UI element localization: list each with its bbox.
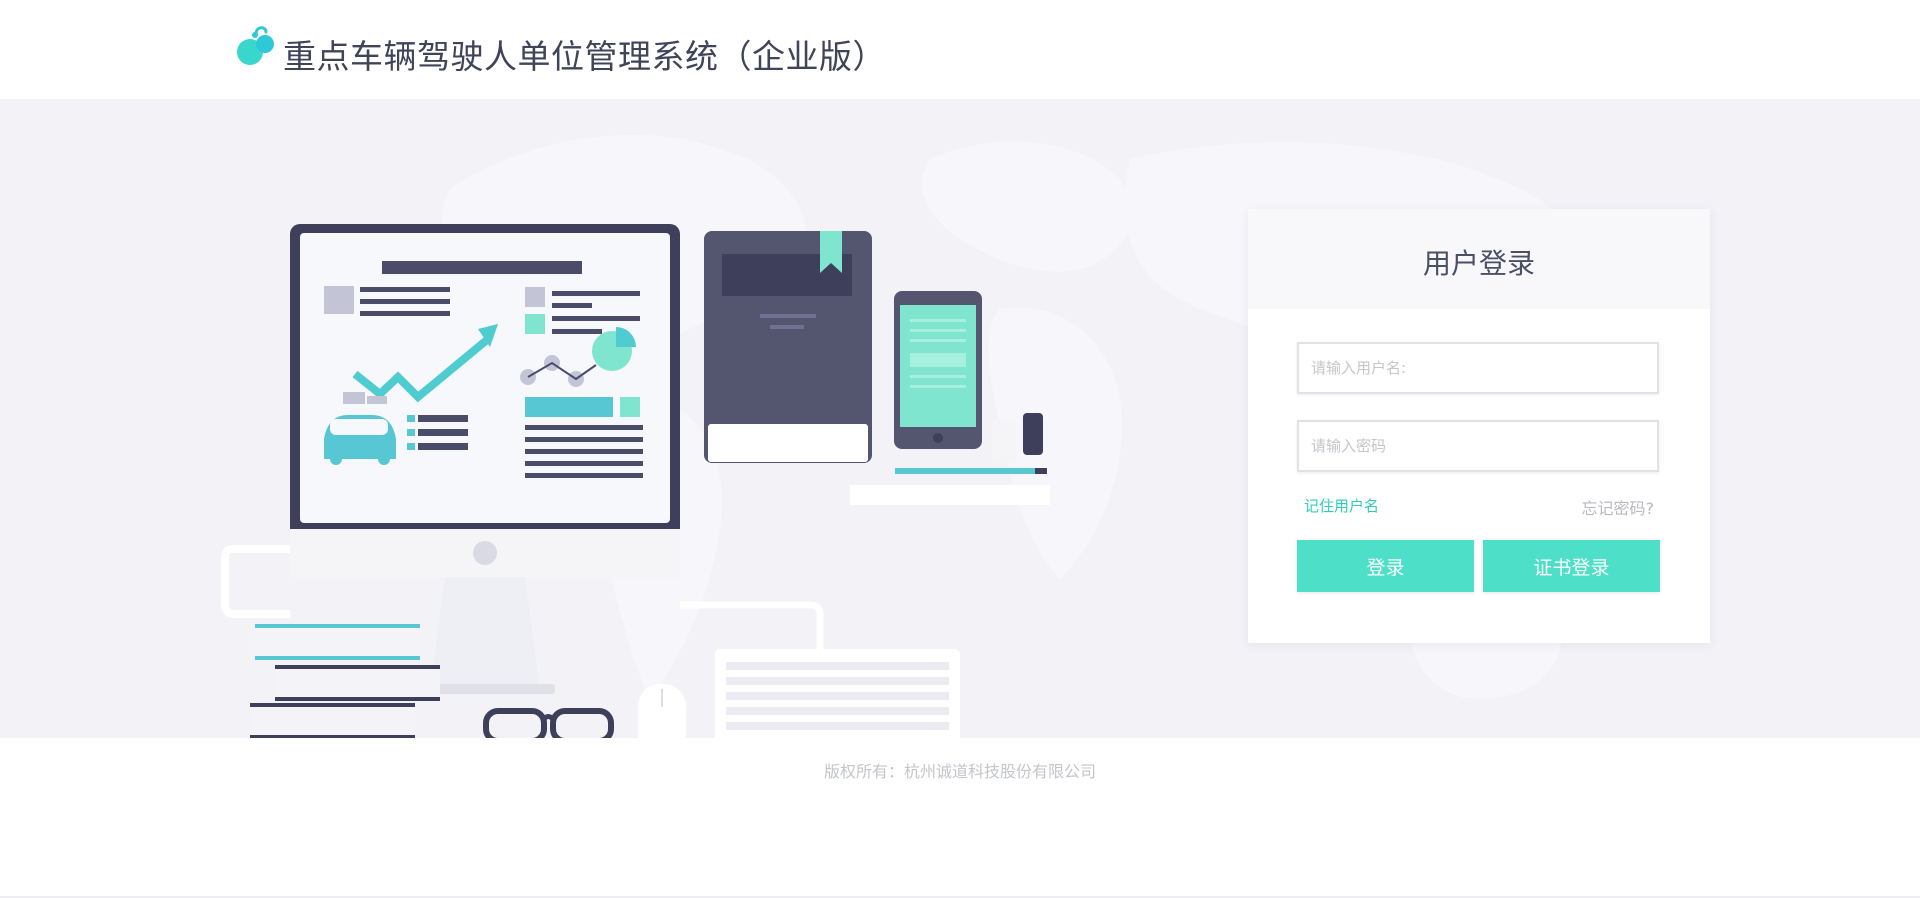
header: 重点车辆驾驶人单位管理系统（企业版） — [0, 0, 1920, 99]
app-title: 重点车辆驾驶人单位管理系统（企业版） — [283, 37, 886, 76]
remember-username-link[interactable]: 记住用户名 — [1304, 495, 1379, 516]
certificate-login-button[interactable]: 证书登录 — [1483, 540, 1660, 592]
forgot-password-link[interactable]: 忘记密码? — [1582, 495, 1655, 519]
login-panel: 用户登录 记住用户名 忘记密码? 登录 证书登录 — [1248, 209, 1710, 643]
password-input[interactable] — [1299, 422, 1657, 470]
footer: 版权所有：杭州诚道科技股份有限公司 — [0, 738, 1920, 782]
copyright-text: 版权所有：杭州诚道科技股份有限公司 — [823, 762, 1096, 781]
cyan-blob-logo-icon — [237, 26, 274, 65]
workspace-illustration — [221, 224, 1050, 738]
login-title: 用户登录 — [1422, 247, 1535, 280]
username-input[interactable] — [1299, 344, 1657, 392]
hero-section: 用户登录 记住用户名 忘记密码? 登录 证书登录 — [0, 99, 1920, 738]
password-field[interactable] — [1297, 420, 1659, 472]
login-button[interactable]: 登录 — [1297, 540, 1474, 592]
login-header: 用户登录 — [1248, 209, 1710, 309]
username-field[interactable] — [1297, 342, 1659, 394]
